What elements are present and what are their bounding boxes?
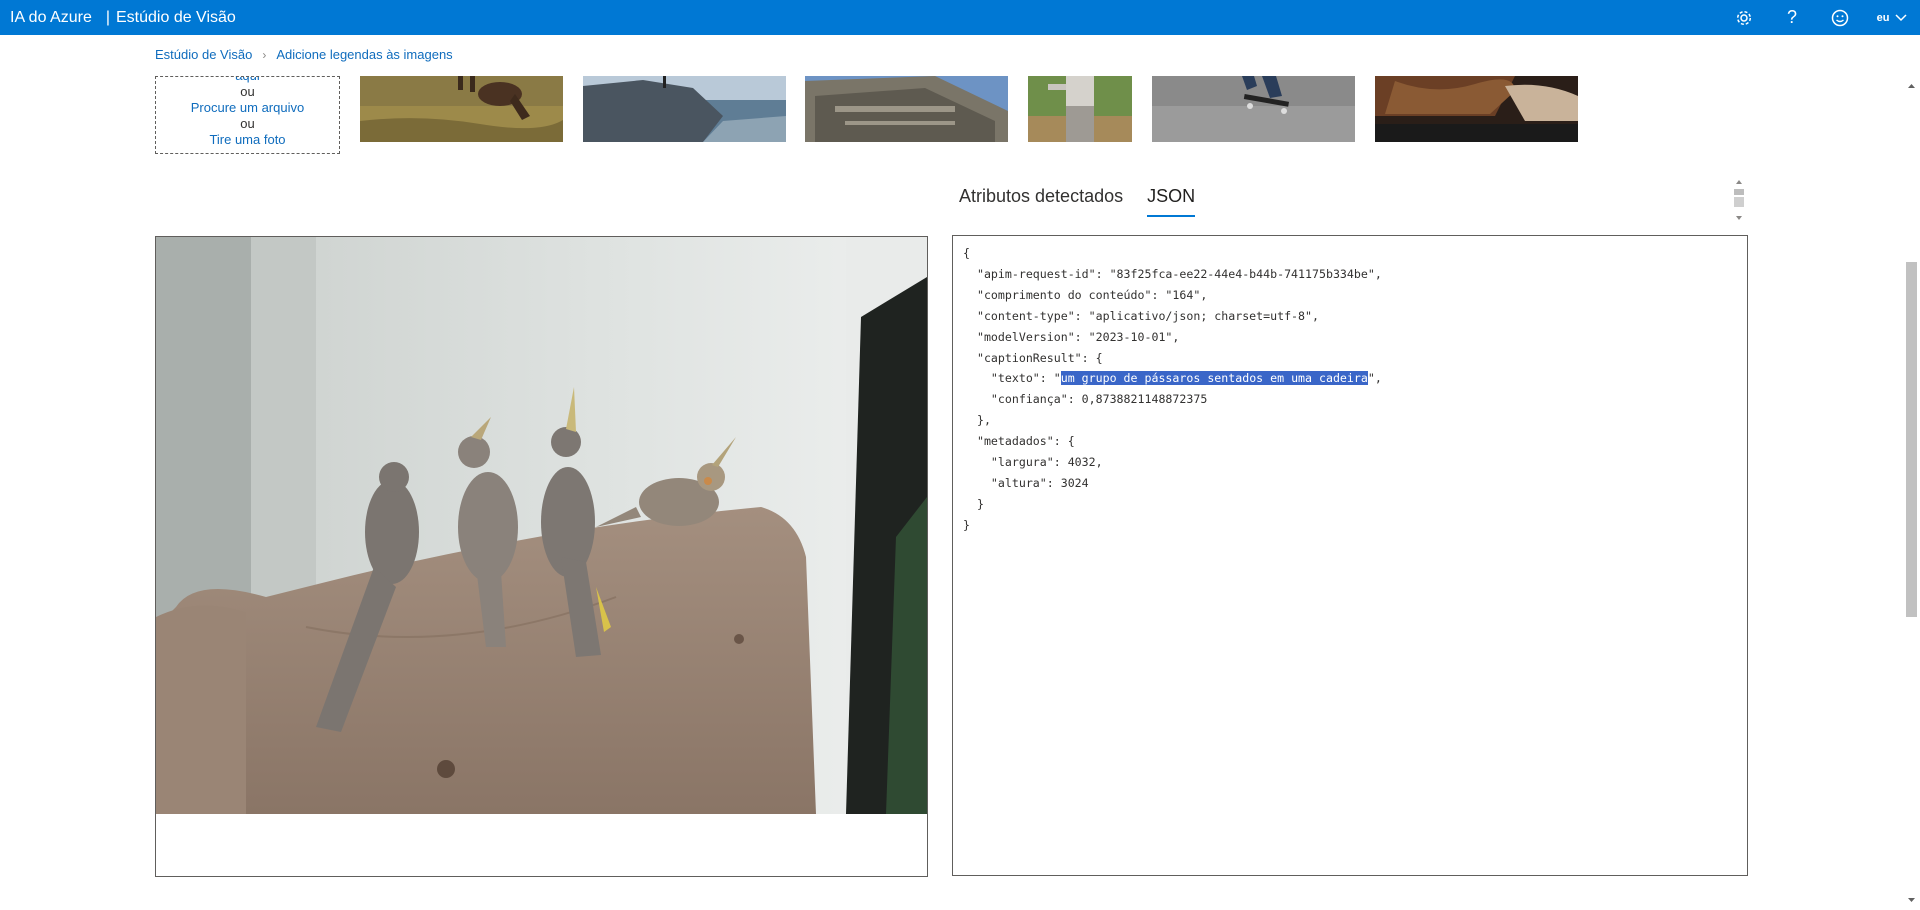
uploaded-photo [156,237,927,814]
tab-json[interactable]: JSON [1147,186,1196,217]
sample-image-rock-coast[interactable] [583,76,786,142]
sample-image-building[interactable] [805,76,1008,142]
json-line: } [963,517,970,532]
json-key-texto: "texto": " [963,371,1061,386]
gear-icon[interactable] [1720,0,1768,35]
json-line-caption-text: "texto": "um grupo de pássaros sentados … [963,368,1747,389]
json-line: "captionResult": { [963,350,1103,365]
result-tabs: Atributos detectados JSON [959,186,1196,217]
chevron-down-icon [1895,13,1907,21]
browse-file-link[interactable]: Procure um arquivo [156,100,339,116]
tab-detected-attributes[interactable]: Atributos detectados [959,186,1123,217]
brand-link[interactable]: IA do Azure [0,9,92,27]
json-line: "content-type": "aplicativo/json; charse… [963,308,1319,323]
smiley-icon[interactable] [1816,0,1864,35]
chevron-right-icon: › [262,47,267,62]
json-line: "metadados": { [963,434,1075,449]
upload-dropzone[interactable]: aqui ou Procure um arquivo ou Tire uma f… [155,76,340,154]
image-preview-panel [155,236,928,877]
tab-scrollbar[interactable] [1733,178,1745,222]
header-separator: | [105,8,110,26]
sample-image-horse[interactable] [360,76,563,142]
json-line: "altura": 3024 [963,475,1089,490]
scroll-down-icon[interactable] [1903,890,1920,910]
scroll-up-icon[interactable] [1903,76,1920,96]
json-line: } [963,496,984,511]
user-label: eu [1876,11,1890,24]
sample-image-baseball[interactable] [1028,76,1132,142]
json-line: "comprimento do conteúdo": "164", [963,287,1208,302]
breadcrumb-item-captions[interactable]: Adicione legendas às imagens [276,47,452,62]
upload-or-text-2: ou [240,116,255,131]
caption-text-selection[interactable]: um grupo de pássaros sentados em uma cad… [1060,371,1368,386]
json-output-panel[interactable]: { "apim-request-id": "83f25fca-ee22-44e4… [952,235,1748,876]
sample-image-skateboard[interactable] [1152,76,1355,142]
breadcrumb: Estúdio de Visão › Adicione legendas às … [155,47,453,62]
json-line: "confiança": 0,8738821148872375 [963,392,1208,407]
json-line: }, [963,413,991,428]
page-scrollbar-thumb[interactable] [1906,262,1917,617]
json-line: "apim-request-id": "83f25fca-ee22-44e4-b… [963,266,1382,281]
page-scrollbar[interactable] [1903,76,1920,910]
take-photo-link[interactable]: Tire uma foto [156,132,339,148]
json-line-suffix: ", [1367,371,1382,386]
upload-or-text: ou [240,84,255,99]
json-line: "largura": 4032, [963,455,1103,470]
account-menu[interactable]: eu [1864,0,1920,35]
sample-image-food[interactable] [1375,76,1578,142]
help-icon[interactable]: ? [1768,0,1816,35]
top-icon-group: ? eu [1720,0,1920,35]
upload-partial-text: aqui [156,77,339,84]
breadcrumb-item-studio[interactable]: Estúdio de Visão [155,47,252,62]
json-line: { [963,246,970,260]
top-bar: IA do Azure | Estúdio de Visão ? eu [0,0,1920,35]
product-name[interactable]: Estúdio de Visão [116,9,236,27]
json-line: "modelVersion": "2023-10-01", [963,329,1180,344]
